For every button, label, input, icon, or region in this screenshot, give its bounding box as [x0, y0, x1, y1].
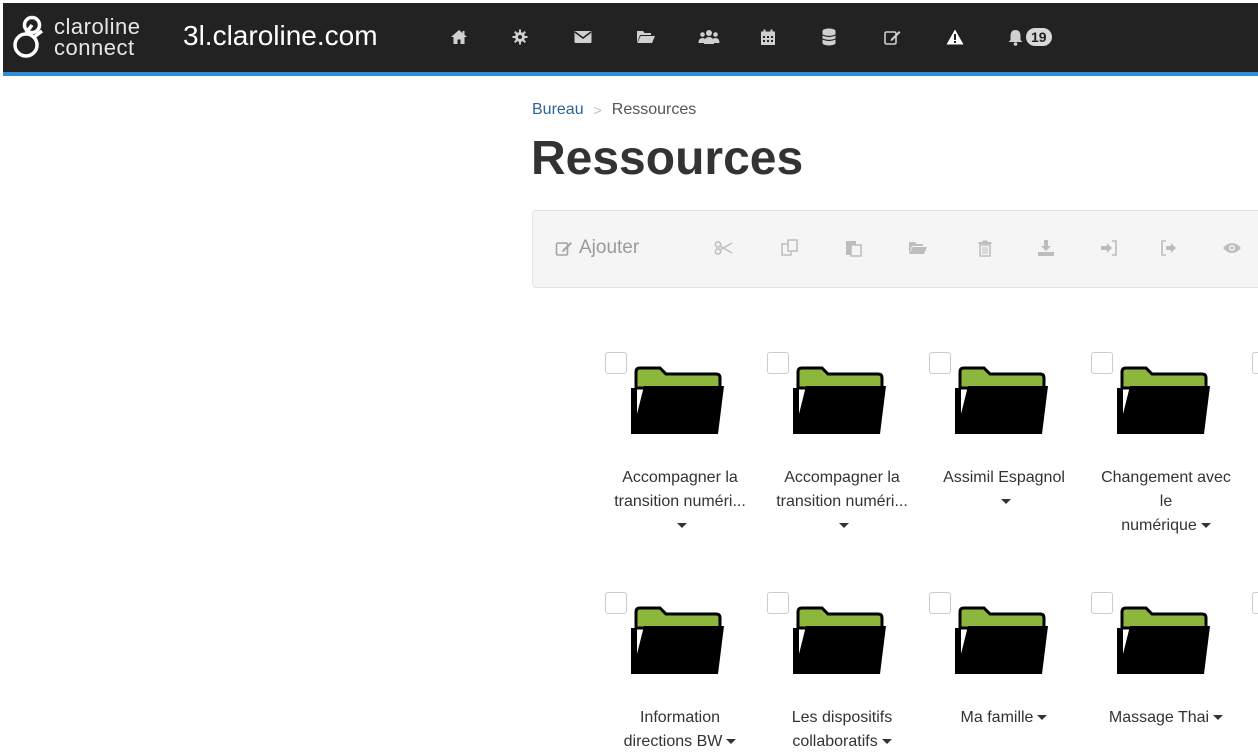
- top-navbar: claroline connect 3l.claroline.com 19: [0, 0, 1258, 78]
- breadcrumb: Bureau > Ressources: [532, 101, 696, 119]
- brand-wordmark: claroline connect: [54, 14, 141, 60]
- caret-down-icon[interactable]: [839, 523, 849, 529]
- resource-checkbox[interactable]: [605, 592, 627, 614]
- site-name[interactable]: 3l.claroline.com: [183, 19, 378, 53]
- folder-icon[interactable]: [630, 604, 726, 676]
- paste-icon[interactable]: [843, 237, 865, 259]
- navbar-accent-line: [3, 72, 1258, 76]
- view-icon[interactable]: [1221, 237, 1243, 259]
- caret-down-icon[interactable]: [1200, 523, 1211, 529]
- breadcrumb-bureau-link[interactable]: Bureau: [532, 101, 584, 119]
- caret-down-icon[interactable]: [881, 739, 892, 745]
- copy-icon[interactable]: [779, 237, 801, 259]
- page-title: Ressources: [531, 132, 804, 185]
- notifications-button[interactable]: 19: [1003, 22, 1073, 52]
- resource-name[interactable]: Les dispositifs collaboratifs: [762, 706, 922, 754]
- database-icon[interactable]: [817, 22, 879, 52]
- resource-checkbox[interactable]: [1252, 352, 1258, 374]
- breadcrumb-separator: >: [593, 102, 602, 118]
- resource-checkbox[interactable]: [1252, 592, 1258, 614]
- warning-icon[interactable]: [941, 22, 1003, 52]
- download-icon[interactable]: [1035, 237, 1057, 259]
- folder-icon[interactable]: [954, 604, 1050, 676]
- caret-down-icon[interactable]: [1213, 715, 1224, 721]
- folder-icon[interactable]: [1116, 364, 1212, 436]
- resource-checkbox[interactable]: [1091, 352, 1113, 374]
- resource-checkbox[interactable]: [767, 352, 789, 374]
- nav-icon-bar: 19: [445, 22, 1073, 52]
- envelope-icon[interactable]: [569, 22, 631, 52]
- edit-icon: [555, 242, 572, 256]
- home-icon[interactable]: [445, 22, 507, 52]
- brand-word-line1: claroline: [54, 14, 141, 39]
- folder-icon[interactable]: [1116, 604, 1212, 676]
- add-resource-label: Ajouter: [579, 237, 640, 258]
- claroline-logo-icon: [13, 15, 44, 58]
- add-resource-button[interactable]: Ajouter: [555, 237, 639, 259]
- caret-down-icon[interactable]: [677, 523, 687, 529]
- resource-checkbox[interactable]: [929, 352, 951, 374]
- caret-down-icon[interactable]: [1037, 715, 1048, 721]
- move-icon[interactable]: [907, 237, 929, 259]
- import-icon[interactable]: [1098, 237, 1120, 259]
- export-icon[interactable]: [1158, 237, 1180, 259]
- edit-icon[interactable]: [879, 22, 941, 52]
- resource-name[interactable]: Changement avec le numérique: [1086, 466, 1246, 538]
- folder-icon[interactable]: [954, 364, 1050, 436]
- caret-down-icon[interactable]: [1001, 499, 1011, 505]
- breadcrumb-current: Ressources: [611, 101, 697, 118]
- resource-name[interactable]: Accompagner la transition numéri...: [600, 466, 760, 538]
- cut-icon[interactable]: [713, 237, 735, 259]
- folder-icon[interactable]: [792, 604, 888, 676]
- bell-icon: [1008, 29, 1023, 46]
- folder-icon[interactable]: [630, 364, 726, 436]
- resource-name[interactable]: Ma famille: [924, 706, 1084, 730]
- resource-name[interactable]: Accompagner la transition numéri...: [762, 466, 922, 538]
- resource-name[interactable]: Information directions BW: [600, 706, 760, 754]
- folder-open-icon[interactable]: [631, 22, 693, 52]
- brand-logo-link[interactable]: claroline connect: [12, 9, 140, 65]
- calendar-icon[interactable]: [755, 22, 817, 52]
- resource-checkbox[interactable]: [929, 592, 951, 614]
- resource-checkbox[interactable]: [767, 592, 789, 614]
- resource-name[interactable]: Massage Thai: [1086, 706, 1246, 730]
- caret-down-icon[interactable]: [726, 739, 737, 745]
- users-icon[interactable]: [693, 22, 755, 52]
- folder-icon[interactable]: [792, 364, 888, 436]
- brand-word-line2: connect: [54, 35, 135, 60]
- gear-icon[interactable]: [507, 22, 569, 52]
- resource-toolbar: Ajouter: [532, 210, 1258, 288]
- resource-name[interactable]: Assimil Espagnol: [924, 466, 1084, 514]
- notifications-count-badge: 19: [1026, 28, 1052, 46]
- delete-icon[interactable]: [974, 237, 996, 259]
- resource-checkbox[interactable]: [1091, 592, 1113, 614]
- resource-checkbox[interactable]: [605, 352, 627, 374]
